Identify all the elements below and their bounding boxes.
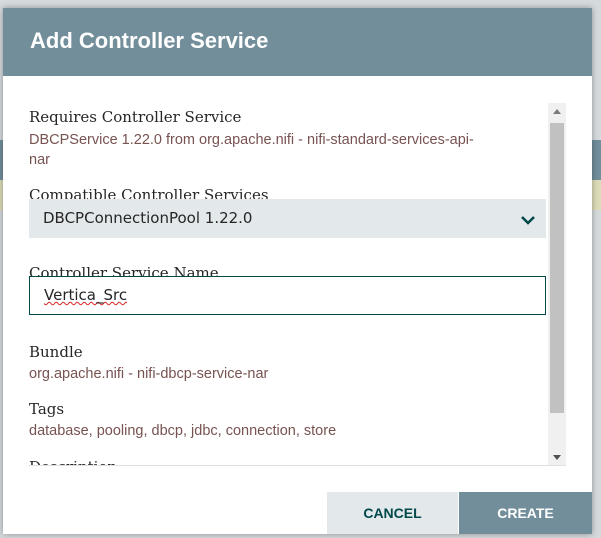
scroll-up-arrow-icon[interactable] [552, 107, 562, 117]
footer-divider [29, 465, 566, 466]
bundle-value: org.apache.nifi - nifi-dbcp-service-nar [29, 366, 269, 382]
tags-value: database, pooling, dbcp, jdbc, connectio… [29, 423, 337, 439]
service-name-value: Vertica_Src [44, 286, 128, 304]
vertical-scrollbar[interactable] [548, 103, 566, 466]
compatible-services-select[interactable]: DBCPConnectionPool 1.22.0 [29, 199, 546, 238]
dialog-header: Add Controller Service [3, 8, 592, 76]
cancel-button[interactable]: CANCEL [327, 492, 458, 534]
service-name-input[interactable]: Vertica_Src [29, 276, 546, 315]
tags-label: Tags [29, 400, 65, 418]
add-controller-service-dialog: Add Controller Service Requires Controll… [3, 8, 592, 534]
requires-value-line2: nar [29, 152, 50, 168]
scrollbar-thumb[interactable] [550, 123, 564, 413]
dialog-title: Add Controller Service [30, 28, 269, 53]
compatible-selected-value: DBCPConnectionPool 1.22.0 [43, 209, 253, 227]
create-button[interactable]: CREATE [459, 492, 592, 534]
requires-label: Requires Controller Service [29, 108, 242, 126]
chevron-down-icon [521, 216, 535, 225]
requires-value-line1: DBCPService 1.22.0 from org.apache.nifi … [29, 132, 474, 148]
bundle-label: Bundle [29, 343, 83, 361]
scroll-down-arrow-icon[interactable] [552, 452, 562, 462]
dialog-body: Requires Controller Service DBCPService … [3, 76, 592, 466]
